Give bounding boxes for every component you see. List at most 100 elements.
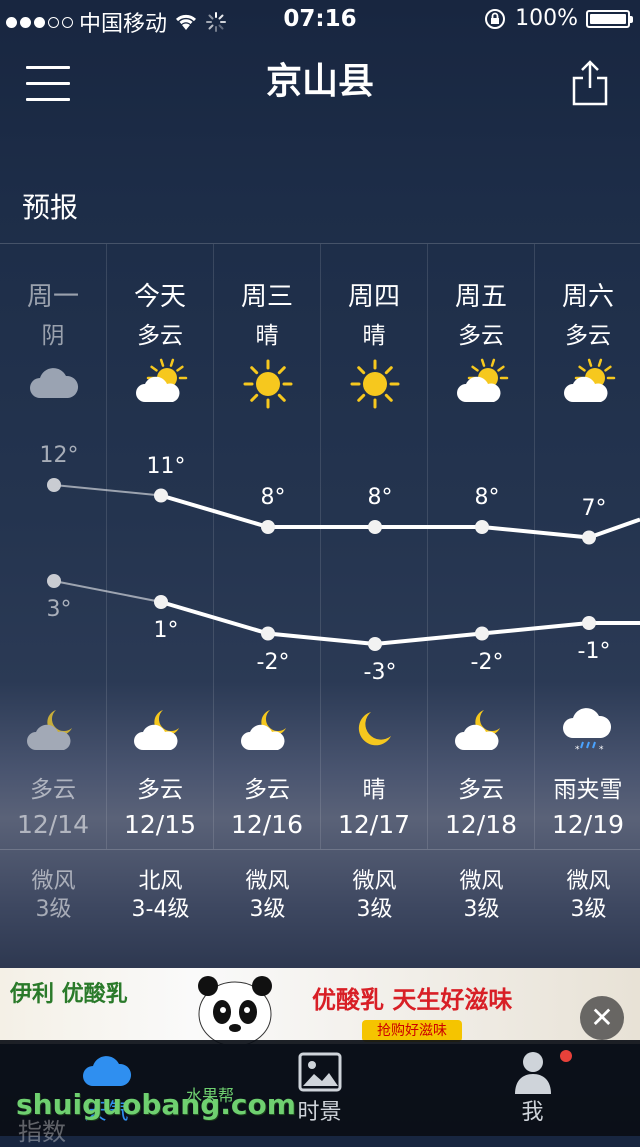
ad-slogan: 优酸乳 天生好滋味 [312, 986, 513, 1014]
partly-cloudy-night-icon [454, 702, 510, 758]
low-temp-segment [481, 621, 590, 636]
wind-row: 微风 3级 北风 3-4级 微风 3级 微风 3级 微风 3级 微风 3级 [0, 850, 640, 945]
partly-cloudy-night-icon [240, 702, 296, 758]
partly-cloudy-day-icon [454, 356, 510, 412]
day-name: 今天 [133, 282, 186, 312]
low-temp-label: -3° [363, 660, 397, 685]
high-temp-point [368, 520, 382, 534]
wind-direction: 微风 [352, 869, 397, 894]
night-condition: 多云 [244, 777, 290, 803]
tab-me-label: 我 [521, 1100, 544, 1125]
photo-icon [298, 1052, 342, 1092]
high-temp-label: 8° [474, 485, 500, 510]
moon-icon [347, 702, 403, 758]
day-name: 周四 [347, 282, 400, 312]
day-name: 周六 [561, 282, 614, 312]
wind-level: 3级 [249, 897, 286, 922]
wind-direction: 微风 [31, 869, 76, 894]
high-temp-point [475, 520, 489, 534]
status-right: 100% [483, 6, 633, 31]
day-condition: 阴 [41, 323, 65, 349]
low-temp-label: 3° [46, 597, 72, 622]
high-temp-label: 8° [260, 485, 286, 510]
wind-direction: 微风 [245, 869, 290, 894]
status-bar: 中国移动 07:16 100% [0, 0, 640, 40]
temperature-chart [47, 478, 640, 651]
day-name: 周五 [454, 282, 507, 312]
wind-info: 微风 3级 [214, 868, 321, 924]
header: 京山县 [0, 48, 640, 118]
ad-banner[interactable]: 伊利 优酸乳 优酸乳 天生好滋味 抢购好滋味 ✕ [0, 968, 640, 1044]
date-label: 12/14 [16, 810, 90, 839]
day-name: 周三 [240, 282, 293, 312]
watermark: shuiguobang.com [16, 1088, 296, 1121]
low-temp-point [368, 637, 382, 651]
day-condition: 多云 [565, 323, 611, 349]
date-label: 12/19 [551, 810, 625, 839]
section-title: 预报 [22, 191, 79, 224]
wind-level: 3-4级 [131, 897, 190, 922]
wind-level: 3级 [35, 897, 72, 922]
high-temp-label: 12° [39, 443, 79, 468]
rotation-lock-icon [485, 8, 506, 29]
day-condition: 晴 [255, 323, 279, 349]
low-temp-point [475, 626, 489, 641]
wind-info: 微风 3级 [0, 868, 107, 924]
battery-label: 100% [515, 6, 578, 31]
wind-info: 北风 3-4级 [107, 868, 214, 924]
low-temp-label: 1° [153, 618, 179, 643]
low-temp-segment [374, 631, 483, 646]
partly-cloudy-day-icon [133, 356, 189, 412]
night-condition: 多云 [137, 777, 183, 803]
date-label: 12/18 [444, 810, 518, 839]
ad-brand: 伊利 优酸乳 [10, 982, 128, 1007]
high-temp-segment [53, 484, 162, 497]
night-condition: 多云 [30, 777, 76, 803]
low-temp-point [582, 616, 596, 630]
low-temp-point [261, 626, 275, 641]
low-temp-label: -2° [470, 649, 504, 675]
svg-text:*: * [599, 745, 604, 755]
day-condition: 多云 [458, 323, 504, 349]
high-temp-point [261, 520, 275, 534]
partly-cloudy-night-icon [26, 702, 82, 758]
day-condition: 晴 [362, 323, 386, 349]
high-temp-point [47, 478, 61, 492]
partly-cloudy-day-icon [561, 356, 617, 412]
user-icon [515, 1052, 551, 1094]
page-title: 京山县 [265, 61, 374, 102]
high-temp-point [154, 488, 168, 503]
panda-icon [198, 976, 272, 1044]
low-temp-label: -1° [577, 639, 611, 664]
date-label: 12/17 [337, 810, 411, 839]
ad-close-button[interactable]: ✕ [580, 996, 624, 1040]
share-icon[interactable] [570, 58, 610, 106]
low-temp-label: -2° [256, 649, 290, 675]
low-temp-point [154, 595, 168, 609]
partly-cloudy-night-icon [133, 702, 189, 758]
wind-level: 3级 [356, 897, 393, 922]
high-temp-point [582, 530, 596, 545]
sun-icon [240, 356, 296, 412]
date-label: 12/16 [230, 810, 304, 839]
sun-icon [347, 356, 403, 412]
wind-level: 3级 [570, 897, 607, 922]
low-temp-segment [267, 631, 376, 646]
high-temp-label: 7° [581, 495, 607, 521]
ad-buy-button[interactable]: 抢购好滋味 [362, 1020, 462, 1042]
sleet-icon: * * [561, 702, 617, 758]
svg-text:*: * [575, 745, 580, 755]
day-condition: 多云 [137, 323, 183, 349]
high-temp-segment [481, 525, 590, 540]
battery-icon [586, 9, 633, 28]
wind-info: 微风 3级 [428, 868, 535, 924]
high-temp-label: 11° [146, 453, 186, 479]
date-label: 12/15 [123, 810, 197, 839]
cloudy-icon [26, 356, 82, 412]
high-temp-segment [588, 517, 640, 540]
low-temp-point [47, 574, 61, 588]
tab-me[interactable]: 我 [426, 1040, 639, 1136]
wind-info: 微风 3级 [535, 868, 640, 924]
wind-direction: 微风 [566, 869, 611, 894]
day-name: 周一 [26, 282, 79, 312]
